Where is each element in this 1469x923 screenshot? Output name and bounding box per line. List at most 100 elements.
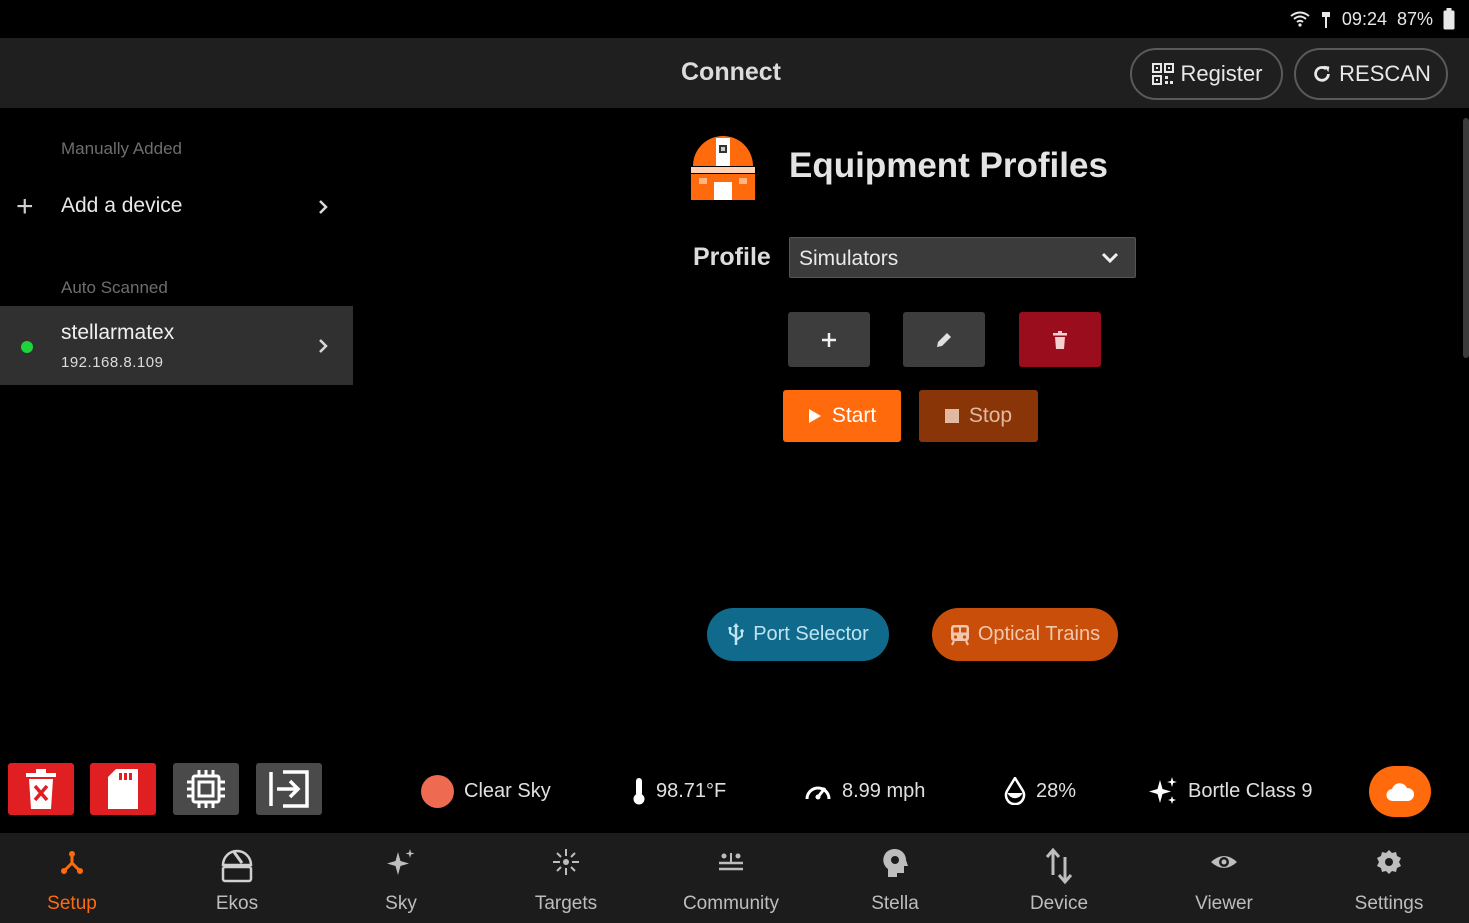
temperature-text: 98.71°F	[656, 779, 727, 802]
setup-icon	[61, 851, 83, 874]
auto-section-label: Auto Scanned	[61, 278, 168, 297]
bottom-navigation: Setup Ekos Sky Targets Community Stella …	[0, 833, 1469, 923]
nav-setup[interactable]: Setup	[0, 833, 152, 923]
scrollbar[interactable]	[1463, 118, 1469, 358]
add-device-label: Add a device	[61, 194, 183, 217]
bortle-class-text: Bortle Class 9	[1188, 779, 1313, 802]
refresh-icon	[1314, 65, 1330, 82]
trash-icon	[1053, 330, 1067, 349]
stop-label: Stop	[968, 404, 1013, 427]
processor-button[interactable]	[173, 763, 239, 815]
train-icon	[950, 624, 969, 645]
nav-sky-label: Sky	[385, 893, 417, 914]
viewer-icon	[1211, 856, 1237, 868]
humidity-text: 28%	[1036, 779, 1077, 802]
nav-viewer[interactable]: Viewer	[1144, 833, 1304, 923]
bortle-class: Bortle Class 9	[1148, 775, 1313, 807]
sd-card-button[interactable]	[90, 763, 156, 815]
cloud-icon	[1386, 782, 1414, 801]
device-ip: 192.168.8.109	[61, 354, 164, 371]
nav-settings-label: Settings	[1354, 893, 1424, 914]
exit-button[interactable]	[256, 763, 322, 815]
chip-icon	[187, 770, 225, 808]
nav-targets[interactable]: Targets	[486, 833, 646, 923]
qr-code-icon	[1151, 63, 1174, 85]
nav-device-label: Device	[1029, 893, 1089, 914]
add-profile-button[interactable]	[788, 312, 870, 367]
observatory-icon	[691, 136, 755, 200]
start-label: Start	[831, 404, 877, 427]
nav-ekos-label: Ekos	[215, 893, 259, 914]
equipment-profiles-title: Equipment Profiles	[789, 146, 1108, 185]
wifi-icon	[1290, 11, 1310, 27]
add-device-item[interactable]: + Add a device	[0, 180, 353, 235]
targets-icon	[553, 849, 579, 875]
sky-icon	[387, 849, 415, 875]
port-selector-button[interactable]: Port Selector	[707, 608, 889, 661]
plus-icon: +	[16, 190, 34, 223]
nav-sky[interactable]: Sky	[321, 833, 481, 923]
humidity: 28%	[1004, 775, 1076, 807]
stella-icon	[883, 848, 908, 877]
chevron-right-icon	[319, 200, 328, 214]
profile-selected-value: Simulators	[799, 247, 899, 270]
battery-icon	[1443, 8, 1455, 30]
edit-profile-button[interactable]	[903, 312, 985, 367]
nav-stella-label: Stella	[871, 893, 919, 914]
settings-icon	[1377, 850, 1401, 874]
trash-x-icon	[26, 769, 56, 809]
sky-condition: Clear Sky	[421, 774, 551, 808]
nav-targets-label: Targets	[534, 893, 598, 914]
app-header: Connect Register RESCAN	[0, 38, 1469, 108]
clear-cache-button[interactable]	[8, 763, 74, 815]
status-bar: 09:24 87%	[0, 0, 1469, 38]
nav-ekos[interactable]: Ekos	[157, 833, 317, 923]
stop-icon	[944, 409, 959, 423]
profile-label: Profile	[693, 243, 771, 271]
thermometer-icon	[633, 778, 645, 805]
cloud-button[interactable]	[1369, 766, 1431, 817]
usb-icon	[728, 622, 744, 645]
chevron-right-icon	[319, 339, 328, 353]
device-item-stellarmatex[interactable]: stellarmatex 192.168.8.109	[0, 306, 353, 385]
nav-stella[interactable]: Stella	[815, 833, 975, 923]
nav-setup-label: Setup	[47, 893, 97, 914]
temperature: 98.71°F	[632, 775, 726, 807]
optical-trains-label: Optical Trains	[977, 623, 1101, 645]
register-label: Register	[1180, 61, 1263, 86]
optical-trains-button[interactable]: Optical Trains	[932, 608, 1118, 661]
nav-device[interactable]: Device	[979, 833, 1139, 923]
stop-button[interactable]: Stop	[919, 390, 1038, 442]
profile-dropdown[interactable]: Simulators	[789, 237, 1136, 278]
chevron-down-icon	[1101, 252, 1119, 264]
start-button[interactable]: Start	[783, 390, 901, 442]
nav-community-label: Community	[682, 893, 780, 914]
sky-condition-text: Clear Sky	[464, 779, 551, 802]
nav-viewer-label: Viewer	[1195, 893, 1253, 914]
speedometer-icon	[805, 786, 831, 800]
delete-profile-button[interactable]	[1019, 312, 1101, 367]
exit-icon	[269, 770, 309, 808]
rescan-button[interactable]: RESCAN	[1294, 48, 1448, 100]
status-indicators: 09:24 87%	[1290, 8, 1455, 30]
pencil-icon	[937, 332, 951, 347]
sky-status-icon	[421, 774, 454, 808]
manual-section-label: Manually Added	[61, 139, 182, 158]
port-selector-label: Port Selector	[753, 623, 869, 645]
plus-icon	[822, 332, 836, 347]
nav-settings[interactable]: Settings	[1309, 833, 1469, 923]
wind-speed: 8.99 mph	[804, 775, 925, 807]
usb-icon	[1321, 12, 1330, 28]
community-icon	[719, 853, 743, 871]
nav-community[interactable]: Community	[651, 833, 811, 923]
online-status-icon	[21, 341, 33, 353]
ekos-icon	[221, 849, 253, 883]
sparkle-icon	[1149, 777, 1177, 804]
clock: 09:24	[1341, 8, 1387, 29]
wind-speed-text: 8.99 mph	[842, 779, 926, 802]
device-icon	[1045, 847, 1073, 885]
rescan-label: RESCAN	[1339, 61, 1431, 86]
device-name: stellarmatex	[61, 321, 175, 344]
register-button[interactable]: Register	[1130, 48, 1283, 100]
battery-percent: 87%	[1396, 8, 1433, 29]
